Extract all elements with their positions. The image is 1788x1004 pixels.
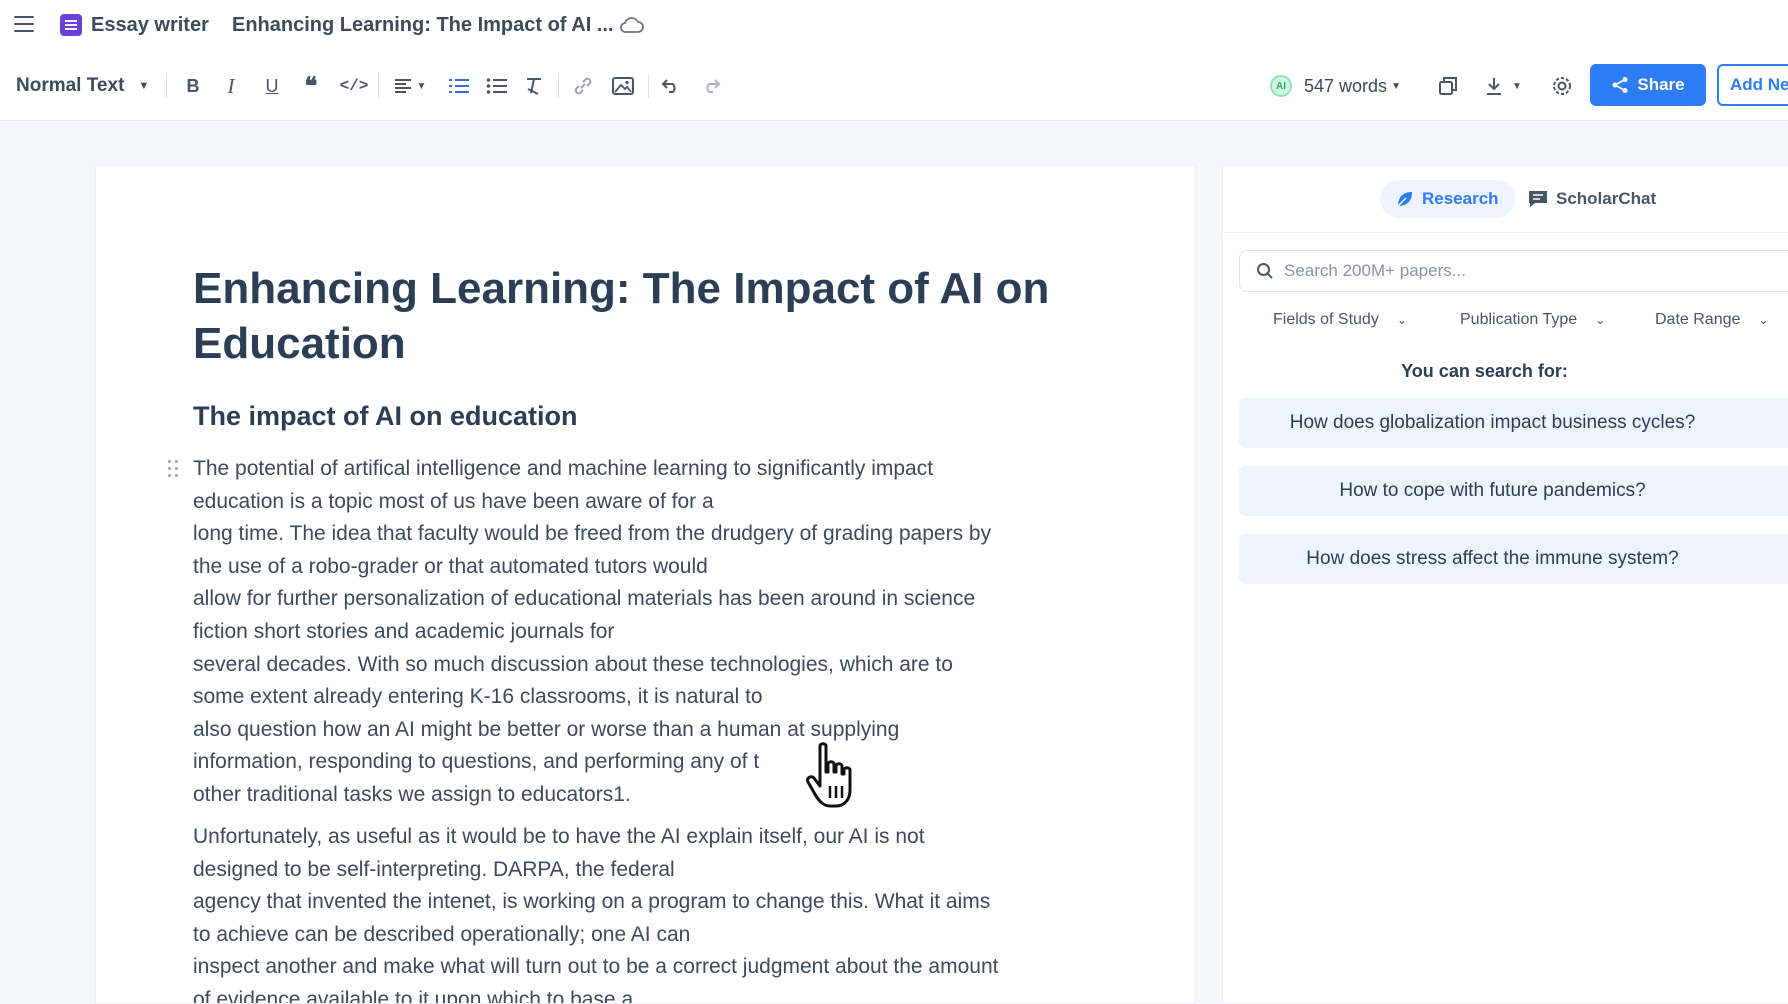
chevron-down-icon: ▼ — [138, 80, 150, 92]
text-line: inspect another and make what will turn … — [193, 955, 999, 979]
link-icon[interactable] — [570, 52, 596, 120]
share-label: Share — [1637, 75, 1685, 94]
code-icon[interactable]: </> — [340, 52, 369, 120]
add-new-label: Add Ne — [1730, 75, 1788, 94]
clear-format-icon[interactable] — [522, 52, 548, 120]
download-dropdown[interactable]: ▼ — [1478, 52, 1528, 120]
paragraph-2[interactable]: Unfortunately, as useful as it would be … — [193, 821, 1123, 1004]
essay-writer-logo-icon — [60, 14, 82, 36]
text-line: several decades. With so much discussion… — [193, 652, 953, 676]
numbered-list-icon[interactable] — [446, 52, 472, 120]
underline-icon[interactable]: U — [259, 52, 285, 120]
filter-label: Date Range — [1655, 311, 1741, 328]
paragraph-1[interactable]: The potential of artifical intelligence … — [193, 453, 1123, 812]
search-placeholder: Search 200M+ papers... — [1284, 261, 1466, 280]
chevron-down-icon: ▼ — [416, 80, 427, 92]
panel-tabs: Research ScholarChat — [1223, 166, 1788, 233]
suggestion-text: How does stress affect the immune system… — [1306, 548, 1679, 569]
redo-icon[interactable] — [698, 52, 724, 120]
text-line: The potential of artifical intelligence … — [193, 457, 934, 480]
suggestion-text: How to cope with future pandemics? — [1339, 480, 1646, 501]
date-range-dropdown[interactable]: Date Range ⌄ — [1655, 303, 1768, 337]
publication-type-dropdown[interactable]: Publication Type ⌄ — [1460, 303, 1605, 337]
tab-scholarchat[interactable]: ScholarChat — [1512, 180, 1672, 218]
hand-pointer-cursor-icon — [806, 742, 870, 817]
suggestion-item[interactable]: How to cope with future pandemics? — [1239, 466, 1788, 516]
text-line: long time. The idea that faculty would b… — [193, 522, 992, 546]
essay-title-line: Enhancing Learning: The Impact of AI on — [193, 264, 1050, 313]
formatting-toolbar: Normal Text ▼ B I U ❝ </> ▼ AI 547 words… — [0, 52, 1788, 121]
chevron-down-icon: ⌄ — [1595, 313, 1606, 327]
toolbar-divider — [558, 74, 559, 98]
tab-label: Research — [1422, 189, 1499, 208]
bullet-list-icon[interactable] — [484, 52, 510, 120]
bold-icon[interactable]: B — [180, 52, 206, 120]
chat-icon — [1529, 191, 1547, 207]
toolbar-divider — [648, 74, 649, 98]
search-suggestions-heading: You can search for: — [1401, 361, 1568, 381]
settings-gear-icon[interactable] — [1548, 52, 1576, 120]
text-line: of evidence available to it upon which t… — [193, 987, 634, 1004]
text-line: to achieve can be described operationall… — [193, 922, 691, 946]
paper-search-input[interactable]: Search 200M+ papers... — [1239, 250, 1788, 292]
text-line: education is a topic most of us have bee… — [193, 489, 714, 513]
toolbar-divider — [378, 74, 379, 98]
suggestion-item[interactable]: How does globalization impact business c… — [1239, 398, 1788, 448]
undo-icon[interactable] — [658, 52, 684, 120]
app-name: Essay writer — [91, 14, 209, 36]
word-count-label: 547 words — [1304, 75, 1388, 96]
text-line: designed to be self-interpreting. DARPA,… — [193, 857, 675, 881]
text-line: also question how an AI might be better … — [193, 717, 900, 741]
text-style-dropdown[interactable]: Normal Text ▼ — [16, 52, 156, 120]
quote-icon[interactable]: ❝ — [298, 52, 324, 120]
chevron-down-icon: ⌄ — [1758, 313, 1769, 327]
research-panel: Research ScholarChat Search 200M+ papers… — [1222, 165, 1788, 1004]
text-line: other traditional tasks we assign to edu… — [193, 782, 631, 806]
text-line: agency that invented the intenet, is wor… — [193, 890, 991, 914]
leaf-icon — [1397, 192, 1412, 207]
tab-research[interactable]: Research — [1380, 180, 1515, 218]
ai-detector-icon: AI — [1270, 75, 1292, 97]
cloud-sync-icon[interactable] — [620, 16, 644, 39]
share-icon — [1612, 77, 1628, 93]
add-new-button[interactable]: Add Ne — [1717, 64, 1788, 106]
share-button[interactable]: Share — [1590, 64, 1706, 106]
image-icon[interactable] — [610, 52, 636, 120]
editor-canvas[interactable]: Enhancing Learning: The Impact of AI on … — [95, 165, 1195, 1004]
word-count-dropdown[interactable]: AI 547 words ▼ — [1270, 52, 1430, 120]
download-icon — [1487, 78, 1502, 95]
section-heading[interactable]: The impact of AI on education — [193, 401, 578, 432]
chevron-down-icon: ▼ — [1512, 80, 1522, 92]
top-bar: Essay writer Enhancing Learning: The Imp… — [0, 0, 1788, 52]
align-left-icon — [394, 79, 411, 93]
search-icon — [1257, 263, 1273, 279]
filter-label: Publication Type — [1460, 311, 1578, 328]
chevron-down-icon: ▼ — [1391, 80, 1401, 92]
tab-label: ScholarChat — [1556, 189, 1657, 208]
essay-title[interactable]: Enhancing Learning: The Impact of AI on … — [193, 261, 1093, 371]
menu-icon[interactable] — [14, 16, 34, 32]
italic-icon[interactable]: I — [218, 52, 244, 120]
document-title[interactable]: Enhancing Learning: The Impact of AI ... — [232, 14, 614, 37]
filter-label: Fields of Study — [1273, 311, 1379, 328]
fields-of-study-dropdown[interactable]: Fields of Study ⌄ — [1273, 303, 1407, 337]
toolbar-divider — [166, 74, 167, 98]
suggestion-text: How does globalization impact business c… — [1289, 412, 1696, 433]
text-line: fiction short stories and academic journ… — [193, 619, 615, 643]
text-line: information, responding to questions, an… — [193, 750, 760, 774]
text-line: Unfortunately, as useful as it would be … — [193, 825, 925, 848]
essay-title-line: Education — [193, 319, 406, 368]
text-line: allow for further personalization of edu… — [193, 587, 976, 611]
text-line: some extent already entering K-16 classr… — [193, 685, 763, 709]
copy-icon[interactable] — [1434, 52, 1462, 120]
drag-handle-icon[interactable] — [168, 460, 180, 478]
align-dropdown[interactable]: ▼ — [390, 52, 430, 120]
filter-bar: Fields of Study ⌄ Publication Type ⌄ Date … — [1223, 303, 1788, 337]
chevron-down-icon: ⌄ — [1396, 313, 1407, 327]
text-style-label: Normal Text — [16, 75, 125, 96]
text-line: the use of a robo-grader or that automat… — [193, 554, 708, 578]
suggestion-item[interactable]: How does stress affect the immune system… — [1239, 534, 1788, 584]
